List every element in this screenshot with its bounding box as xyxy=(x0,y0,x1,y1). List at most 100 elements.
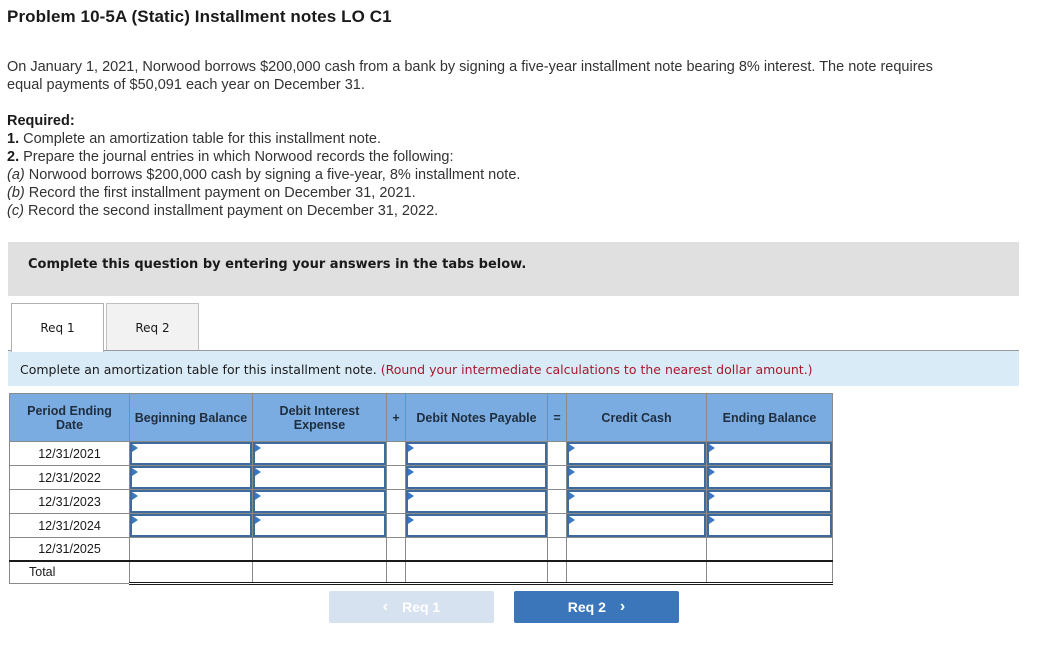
total-label: Total xyxy=(9,560,130,584)
ending-wrapper xyxy=(707,490,832,513)
item-number: (a) xyxy=(7,167,25,183)
table-row: 12/31/2021 xyxy=(9,441,833,466)
credit-cash-input[interactable] xyxy=(569,492,704,511)
problem-title: Problem 10-5A (Static) Installment notes… xyxy=(7,7,392,26)
beginning-balance-input[interactable] xyxy=(132,444,250,463)
notes-payable-wrapper xyxy=(406,466,547,489)
cash-cell xyxy=(566,441,707,466)
sub-instruction-text: Complete an amortization table for this … xyxy=(20,362,377,377)
item-text: Record the second installment payment on… xyxy=(23,203,439,219)
input-flag-icon xyxy=(132,492,138,500)
beginning-balance-input[interactable] xyxy=(132,516,250,535)
next-req-button[interactable]: Req 2 › xyxy=(514,591,679,623)
notes-payable-cell xyxy=(405,465,548,490)
notes-payable-input[interactable] xyxy=(408,468,545,487)
interest-cell xyxy=(252,465,387,490)
chevron-right-icon: › xyxy=(619,598,626,615)
ending-balance-input[interactable] xyxy=(709,468,830,487)
operator-cell xyxy=(386,441,406,466)
ending-wrapper xyxy=(707,442,832,465)
notes-payable-input[interactable] xyxy=(408,492,545,511)
notes-payable-input[interactable] xyxy=(408,444,545,463)
input-flag-icon xyxy=(569,492,575,500)
credit-cash-input[interactable] xyxy=(569,516,704,535)
cash-cell xyxy=(566,465,707,490)
ending-cell xyxy=(706,537,833,562)
operator-cell xyxy=(547,489,567,514)
interest-wrapper xyxy=(253,466,386,489)
beginning-balance-input[interactable] xyxy=(132,492,250,511)
beginning-cell xyxy=(129,537,253,562)
item-text: Complete an amortization table for this … xyxy=(19,131,381,147)
requirement-tabs: Req 1 Req 2 xyxy=(11,303,199,352)
credit-cash-input[interactable] xyxy=(569,468,704,487)
next-req-label: Req 2 xyxy=(567,599,606,615)
required-item-c: (c) Record the second installment paymen… xyxy=(7,202,520,220)
interest-wrapper xyxy=(253,514,386,537)
problem-intro: On January 1, 2021, Norwood borrows $200… xyxy=(7,59,933,93)
interest-cell xyxy=(252,489,387,514)
required-section: Required: 1. Complete an amortization ta… xyxy=(7,112,520,220)
cash-cell xyxy=(566,489,707,514)
header-row: Period Ending Date Beginning Balance Deb… xyxy=(9,393,833,442)
amortization-table: Period Ending Date Beginning Balance Deb… xyxy=(9,393,833,585)
header-interest-expense: Debit Interest Expense xyxy=(252,393,387,442)
credit-cash-input[interactable] xyxy=(569,444,704,463)
interest-wrapper xyxy=(253,490,386,513)
cash-wrapper xyxy=(567,466,706,489)
beginning-cell xyxy=(129,489,253,514)
beginning-wrapper xyxy=(130,490,252,513)
item-number: (b) xyxy=(7,185,25,201)
notes-payable-input[interactable] xyxy=(408,516,545,535)
interest-wrapper xyxy=(253,442,386,465)
cash-wrapper xyxy=(567,514,706,537)
tab-req-2[interactable]: Req 2 xyxy=(106,303,199,351)
interest-cell xyxy=(252,537,387,562)
notes-payable-wrapper xyxy=(406,514,547,537)
ending-cell xyxy=(706,465,833,490)
period-date: 12/31/2023 xyxy=(9,489,130,514)
input-flag-icon xyxy=(408,468,414,476)
prev-req-button[interactable]: ‹ Req 1 xyxy=(329,591,494,623)
total-interest-cell xyxy=(252,560,387,585)
operator-cell xyxy=(386,537,406,562)
item-text: Prepare the journal entries in which Nor… xyxy=(19,149,454,165)
ending-wrapper xyxy=(707,466,832,489)
input-flag-icon xyxy=(709,468,715,476)
input-flag-icon xyxy=(709,516,715,524)
notes-payable-cell xyxy=(405,489,548,514)
input-flag-icon xyxy=(255,492,261,500)
header-notes-payable: Debit Notes Payable xyxy=(405,393,548,442)
total-beginning-cell xyxy=(129,560,253,585)
item-number: 2. xyxy=(7,149,20,165)
header-period: Period Ending Date xyxy=(9,393,130,442)
header-ending-balance: Ending Balance xyxy=(706,393,833,442)
table-row: 12/31/2022 xyxy=(9,465,833,490)
interest-expense-input[interactable] xyxy=(255,492,384,511)
ending-balance-input[interactable] xyxy=(709,516,830,535)
input-flag-icon xyxy=(569,516,575,524)
ending-balance-input[interactable] xyxy=(709,444,830,463)
ending-balance-input[interactable] xyxy=(709,492,830,511)
tab-req-1[interactable]: Req 1 xyxy=(11,303,104,352)
input-flag-icon xyxy=(255,468,261,476)
ending-cell xyxy=(706,489,833,514)
interest-expense-input[interactable] xyxy=(255,444,384,463)
total-notes-payable-cell xyxy=(405,560,548,585)
input-flag-icon xyxy=(132,468,138,476)
interest-expense-input[interactable] xyxy=(255,516,384,535)
sub-instruction-line: Complete an amortization table for this … xyxy=(20,362,813,377)
total-ending-cell xyxy=(706,560,833,585)
beginning-cell xyxy=(129,441,253,466)
beginning-balance-input[interactable] xyxy=(132,468,250,487)
input-flag-icon xyxy=(408,492,414,500)
input-flag-icon xyxy=(132,516,138,524)
interest-expense-input[interactable] xyxy=(255,468,384,487)
prev-req-label: Req 1 xyxy=(402,599,441,615)
ending-cell xyxy=(706,513,833,538)
operator-cell xyxy=(547,513,567,538)
operator-cell xyxy=(386,513,406,538)
notes-payable-wrapper xyxy=(406,442,547,465)
required-heading: Required: xyxy=(7,113,75,129)
cash-wrapper xyxy=(567,442,706,465)
